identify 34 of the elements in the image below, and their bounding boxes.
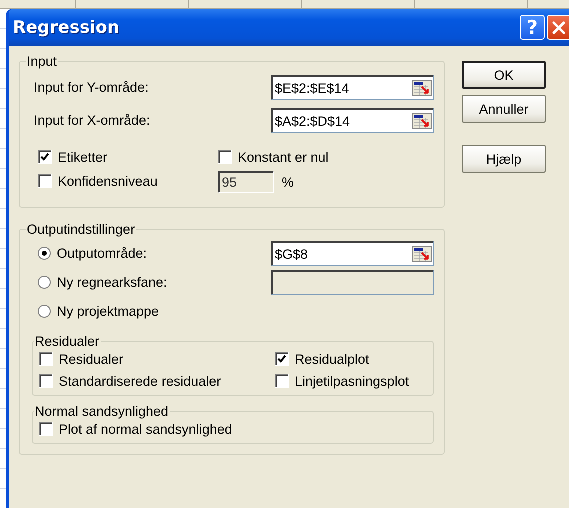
checkbox-option[interactable]: Standardiserede residualer <box>39 371 275 391</box>
group-title: Residualer <box>34 334 101 349</box>
radio-option[interactable]: Outputområde: <box>38 246 148 261</box>
range-field[interactable]: $E$2:$E$14 <box>271 75 434 100</box>
checkmark-icon <box>40 152 50 162</box>
range-picker-icon[interactable] <box>412 80 432 96</box>
field-label: Input for Y-område: <box>33 80 149 95</box>
radio-option[interactable]: Ny projektmappe <box>38 304 160 319</box>
range-field[interactable]: $A$2:$D$14 <box>271 108 434 133</box>
percent-label: % <box>282 174 294 190</box>
checkbox-option[interactable]: Linjetilpasningsplot <box>275 371 423 391</box>
field-label: Input for X-område: <box>33 113 150 128</box>
checkmark-icon <box>277 354 287 364</box>
group-title: Normal sandsynlighed <box>34 404 170 419</box>
group-title: Outputindstillinger <box>26 222 136 237</box>
confidence-field[interactable]: 95 <box>218 171 274 193</box>
group-title: Input <box>26 54 58 69</box>
checkbox-option[interactable]: Konfidensniveau <box>38 171 218 191</box>
radio-option[interactable]: Ny regnearksfane: <box>38 275 168 290</box>
close-icon <box>550 20 566 36</box>
help-button[interactable]: ? <box>520 15 545 40</box>
dialog-button[interactable]: Hjælp <box>462 145 546 173</box>
range-picker-icon[interactable] <box>412 113 432 129</box>
checkbox-option[interactable]: Plot af normal sandsynlighed <box>39 419 423 439</box>
range-field[interactable]: $G$8 <box>271 241 434 266</box>
close-button[interactable] <box>547 15 569 40</box>
checkbox-option[interactable]: Residualer <box>39 349 275 369</box>
checkbox-option[interactable]: Residualplot <box>275 349 423 369</box>
checkbox-option[interactable]: Konstant er nul <box>218 147 434 167</box>
dialog-button[interactable]: OK <box>462 61 546 89</box>
range-picker-icon[interactable] <box>412 246 432 262</box>
dialog-button[interactable]: Annuller <box>462 95 546 123</box>
checkbox-option[interactable]: Etiketter <box>38 147 218 167</box>
window-title: Regression <box>13 18 121 38</box>
